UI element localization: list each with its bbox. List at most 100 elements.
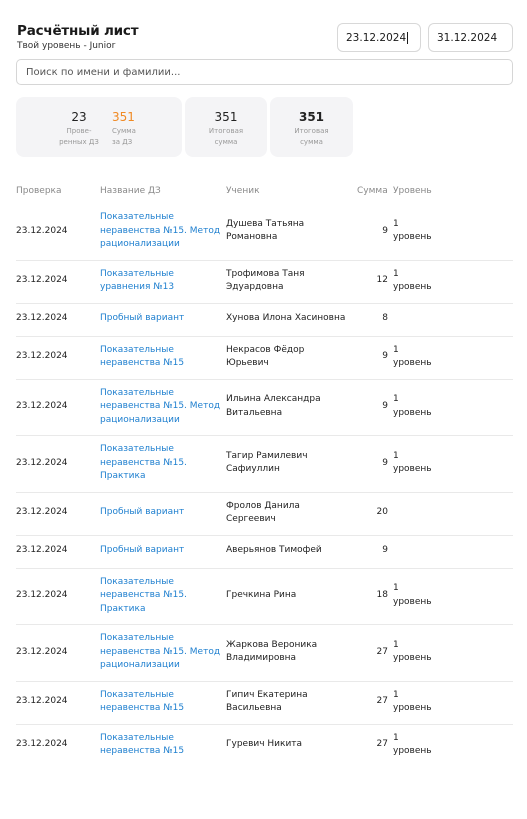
student-name-line: Васильевна bbox=[226, 703, 282, 713]
student-name: Ильина Александра Витальевна bbox=[226, 393, 321, 420]
column-header-student: Ученик bbox=[226, 186, 260, 196]
row-sum: 18 bbox=[376, 590, 388, 600]
stat-sum-hw-label: Сумма bbox=[112, 127, 136, 135]
homework-link[interactable]: Показательные неравенства №15. Метод рацио… bbox=[100, 387, 220, 428]
homework-link-line: неравенства №15 bbox=[100, 746, 185, 756]
student-name: Трофимова Таня Эдуардовна bbox=[226, 268, 305, 295]
stats-card-final: 351 Итоговая сумма bbox=[270, 97, 353, 157]
row-level-line: уровень bbox=[393, 407, 432, 418]
student-name-line: Трофимова Таня bbox=[226, 268, 305, 279]
homework-link[interactable]: Показательные неравенства №15 bbox=[100, 689, 184, 716]
row-sum: 8 bbox=[382, 313, 388, 324]
page-subtitle: Твой уровень - Junior bbox=[17, 41, 116, 51]
row-divider bbox=[16, 534, 513, 536]
column-header-sum: Сумма bbox=[357, 186, 388, 196]
homework-link[interactable]: Пробный вариант bbox=[100, 544, 184, 558]
student-name-line: Душева Татьяна bbox=[226, 218, 305, 229]
row-level: 1 уровень bbox=[393, 393, 432, 420]
stat-total-label: Итоговая bbox=[208, 127, 244, 135]
row-level-line: уровень bbox=[393, 358, 432, 368]
homework-link-line: Показательные bbox=[100, 689, 174, 700]
homework-link-line: рационализации bbox=[100, 239, 180, 249]
row-level: 1 уровень bbox=[393, 689, 432, 716]
row-sum: 9 bbox=[382, 545, 388, 556]
page-title: Расчётный лист bbox=[17, 23, 139, 39]
column-header-level: Уровень bbox=[393, 186, 432, 196]
homework-link[interactable]: Показательные неравенства №15 bbox=[100, 344, 184, 371]
date-to-value: 31.12.2024 bbox=[437, 31, 498, 44]
student-name-line: Юрьевич bbox=[226, 358, 269, 368]
homework-link-line: Показательные bbox=[100, 576, 174, 587]
homework-link-line: неравенства №15 bbox=[100, 358, 185, 368]
student-name-line: Фролов Данила bbox=[226, 500, 300, 511]
stats-card-total: 351 Итоговая сумма bbox=[185, 97, 267, 157]
row-divider bbox=[16, 435, 513, 436]
stat-checked-label: Прове- bbox=[66, 127, 92, 135]
student-name: Гипич Екатерина Васильевна bbox=[226, 689, 308, 716]
date-from-value: 23.12.2024 bbox=[346, 31, 407, 44]
row-level-line: уровень bbox=[393, 746, 432, 756]
homework-link[interactable]: Показательные неравенства №15. Метод рацио… bbox=[100, 211, 220, 252]
row-level: 1 уровень bbox=[393, 268, 432, 295]
row-sum: 12 bbox=[376, 275, 388, 286]
homework-link[interactable]: Показательные неравенства №15. Метод рацио… bbox=[100, 632, 220, 673]
row-divider bbox=[16, 335, 513, 337]
homework-link-line: Показательные bbox=[100, 444, 174, 454]
student-name: Тагир Рамилевич Сафиуллин bbox=[226, 450, 308, 477]
row-sum: 9 bbox=[382, 401, 388, 411]
row-level-line: 1 bbox=[393, 639, 399, 650]
student-name-line: Гипич Екатерина bbox=[226, 689, 308, 700]
student-name-line: Витальевна bbox=[226, 407, 283, 418]
student-name: Аверьянов Тимофей bbox=[226, 544, 322, 558]
homework-link[interactable]: Пробный вариант bbox=[100, 312, 184, 326]
row-level-line: уровень bbox=[393, 653, 432, 664]
row-level-line: 1 bbox=[393, 344, 399, 355]
row-level: 1 уровень bbox=[393, 639, 432, 666]
row-date: 23.12.2024 bbox=[16, 275, 68, 286]
stat-final-value: 351 bbox=[298, 110, 325, 124]
stat-final: 351 Итоговая сумма bbox=[270, 110, 353, 147]
row-sum: 27 bbox=[376, 696, 388, 707]
homework-link-line: Практика bbox=[100, 603, 146, 614]
row-level-line: 1 bbox=[393, 450, 399, 461]
student-name-line: Владимировна bbox=[226, 653, 297, 664]
stat-sum-hw: 351 Сумма за ДЗ bbox=[112, 110, 144, 147]
stat-checked-value: 23 bbox=[71, 110, 87, 124]
homework-link-line: неравенства №15 bbox=[100, 703, 185, 713]
row-level-line: 1 bbox=[393, 583, 399, 594]
row-divider bbox=[16, 491, 513, 493]
stat-checked-label: ренных ДЗ bbox=[59, 138, 99, 146]
homework-link-line: рационализации bbox=[100, 660, 180, 670]
date-from-input[interactable]: 23.12.2024 bbox=[337, 23, 421, 52]
stat-sum-hw-value: 351 bbox=[112, 110, 135, 124]
homework-link-line: Практика bbox=[100, 471, 146, 481]
student-name: Гречкина Рина bbox=[226, 589, 296, 603]
stat-final-label: Итоговая bbox=[294, 127, 329, 135]
homework-link-line: Показательные bbox=[100, 212, 174, 222]
homework-link[interactable]: Пробный вариант bbox=[100, 506, 184, 520]
student-name-line: Ильина Александра bbox=[226, 394, 321, 405]
row-sum: 9 bbox=[382, 225, 388, 236]
row-level-line: 1 bbox=[393, 689, 399, 700]
row-divider bbox=[16, 567, 513, 569]
student-name-line: Гречкина Рина bbox=[226, 590, 297, 600]
homework-link[interactable]: Показательные неравенства №15 bbox=[100, 732, 184, 759]
homework-link-line: неравенства №15. bbox=[100, 590, 187, 600]
student-name-line: Гуревич Никита bbox=[226, 739, 303, 750]
homework-link[interactable]: Показательные неравенства №15. Практика bbox=[100, 576, 187, 617]
homework-link[interactable]: Показательные неравенства №15. Практика bbox=[100, 443, 187, 484]
student-name-line: Аверьянов Тимофей bbox=[226, 545, 322, 556]
row-date: 23.12.2024 bbox=[16, 351, 68, 362]
homework-link-line: Показательные bbox=[100, 387, 174, 398]
row-level: 1 уровень bbox=[393, 218, 432, 245]
search-input[interactable]: Поиск по имени и фамилии... bbox=[16, 59, 513, 85]
student-name-line: Эдуардовна bbox=[226, 282, 284, 292]
row-divider bbox=[16, 259, 513, 261]
row-date: 23.12.2024 bbox=[16, 646, 68, 657]
row-date: 23.12.2024 bbox=[16, 225, 68, 236]
date-to-input[interactable]: 31.12.2024 bbox=[428, 23, 513, 52]
student-name-line: Тагир Рамилевич bbox=[226, 450, 308, 461]
row-divider bbox=[16, 302, 513, 304]
row-level-line: 1 bbox=[393, 394, 399, 405]
homework-link[interactable]: Показательные уравнения №13 bbox=[100, 268, 174, 295]
